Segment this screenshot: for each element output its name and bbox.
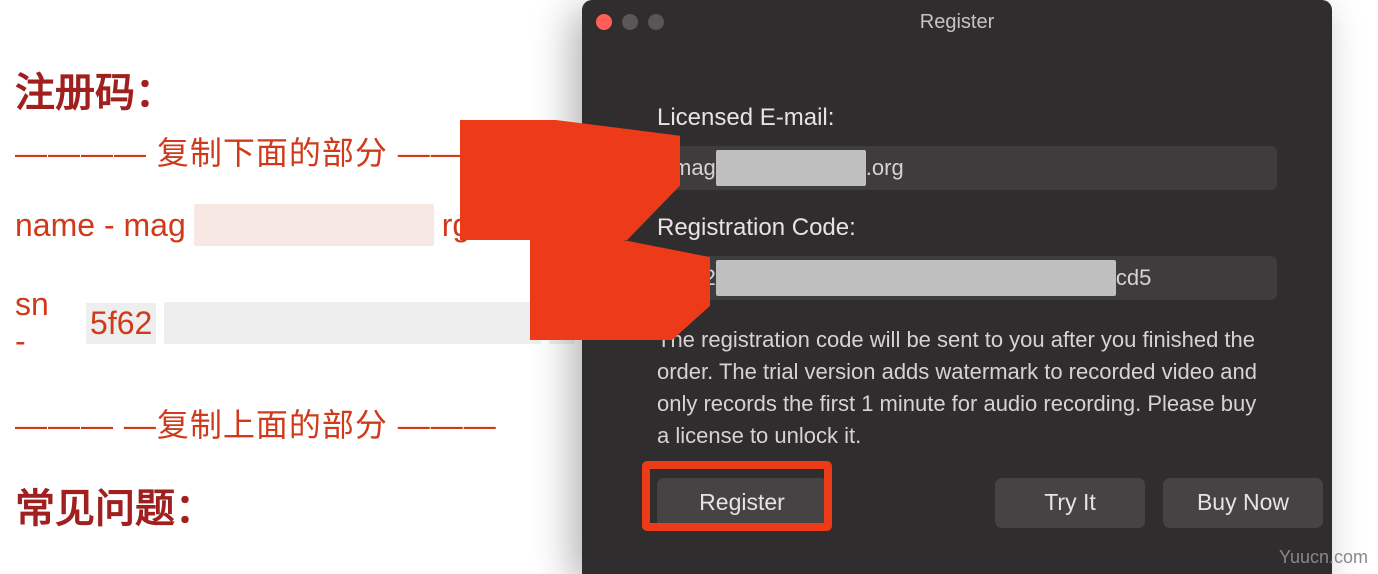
minimize-icon[interactable] <box>622 14 638 30</box>
code-field[interactable]: 5f62 cd5 <box>657 256 1277 300</box>
watermark: Yuucn.com <box>1279 547 1368 568</box>
register-button[interactable]: Register <box>657 478 827 528</box>
name-line: name - mag rg <box>15 204 575 246</box>
sn-line: sn - 5f62 2 <box>15 286 575 360</box>
redacted-name <box>194 204 434 246</box>
maximize-icon[interactable] <box>648 14 664 30</box>
instructions-panel: 注册码： ———— 复制下面的部分 ——— name - mag rg sn -… <box>15 60 575 534</box>
code-prefix: 5f62 <box>673 265 716 291</box>
redacted-email <box>716 150 866 186</box>
heading-registration-code: 注册码： <box>15 60 575 118</box>
email-suffix: .org <box>866 155 904 181</box>
email-prefix: mag <box>673 155 716 181</box>
window-title: Register <box>920 11 994 34</box>
email-field[interactable]: mag .org <box>657 146 1277 190</box>
heading-faq: 常见问题： <box>15 476 575 534</box>
name-label: name - mag <box>15 207 186 244</box>
traffic-lights <box>596 14 664 30</box>
sn-label: sn - <box>15 286 63 360</box>
buy-now-button[interactable]: Buy Now <box>1163 478 1323 528</box>
redacted-sn <box>164 302 541 344</box>
sn-suffix: 2 <box>549 303 575 344</box>
copy-above-marker: ——— —复制上面的部分 ——— <box>15 400 575 446</box>
redacted-code <box>716 260 1116 296</box>
try-it-button[interactable]: Try It <box>995 478 1145 528</box>
register-window: Register Licensed E-mail: mag .org Regis… <box>582 0 1332 574</box>
code-suffix: cd5 <box>1116 265 1151 291</box>
close-icon[interactable] <box>596 14 612 30</box>
button-row: Register Try It Buy Now <box>657 478 1257 528</box>
name-suffix: rg <box>442 207 470 244</box>
window-body: Licensed E-mail: mag .org Registration C… <box>582 44 1332 528</box>
sn-prefix: 5f62 <box>86 303 156 344</box>
titlebar[interactable]: Register <box>582 0 1332 44</box>
email-label: Licensed E-mail: <box>657 104 1257 132</box>
info-text: The registration code will be sent to yo… <box>657 324 1257 452</box>
copy-below-marker: ———— 复制下面的部分 ——— <box>15 128 575 174</box>
code-label: Registration Code: <box>657 214 1257 242</box>
